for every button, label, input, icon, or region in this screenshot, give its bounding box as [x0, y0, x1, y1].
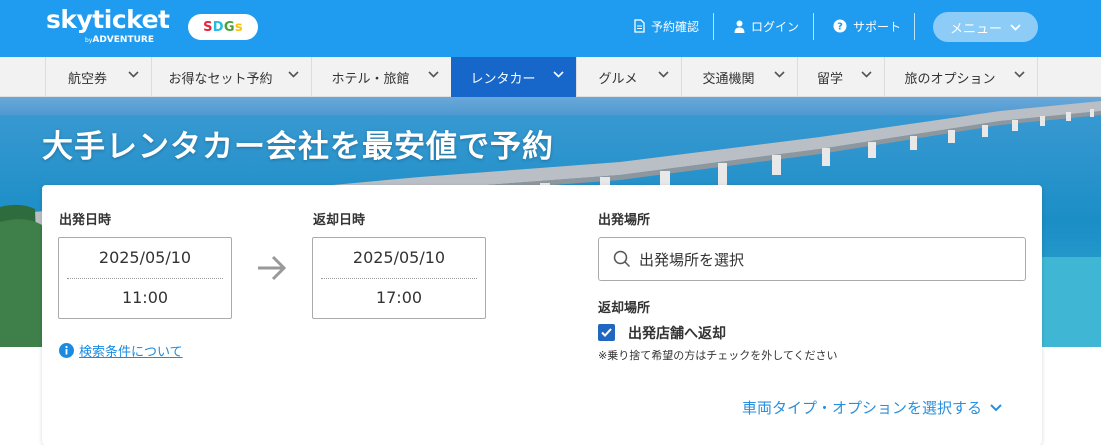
return-location-label: 返却場所: [598, 301, 651, 316]
nav-item-label: 航空券: [67, 71, 107, 87]
chevron-down-icon: [128, 71, 139, 78]
svg-text:?: ?: [837, 22, 843, 33]
support-label: サポート: [853, 19, 902, 34]
reservation-check-label: 予約確認: [651, 19, 700, 34]
return-time: 17:00: [375, 288, 423, 307]
nav-item-label: グルメ: [598, 71, 638, 87]
nav-item-flights[interactable]: 航空券: [45, 57, 151, 97]
nav-item-label: 交通機関: [702, 71, 755, 87]
chevron-down-icon: [553, 71, 564, 78]
chevron-down-icon: [1014, 71, 1025, 78]
vehicle-options-label: 車両タイプ・オプションを選択する: [742, 399, 983, 417]
header-divider: [813, 13, 814, 40]
search-panel: 出発日時 2025/05/10 11:00 返却日時 2025/05/10 17…: [42, 185, 1042, 445]
nav-item-label: ホテル・旅館: [331, 71, 410, 87]
departure-time: 11:00: [121, 288, 169, 307]
chevron-down-icon: [774, 71, 785, 78]
chevron-down-icon: [428, 71, 439, 78]
arrow-right-icon: [258, 255, 287, 281]
logo-company: ADVENTURE: [92, 35, 154, 45]
reservation-check-link[interactable]: 予約確認: [634, 16, 699, 36]
site-header: skyticket byADVENTURE SDGs 予約確認 ログイン ? サ…: [0, 0, 1101, 57]
document-icon: [634, 19, 645, 33]
chevron-down-icon: [990, 403, 1002, 411]
vehicle-options-link[interactable]: 車両タイプ・オプションを選択する: [742, 397, 1002, 418]
check-icon: [601, 328, 612, 337]
header-divider: [713, 13, 714, 40]
help-icon: ?: [833, 19, 847, 33]
sdgs-letter-g: G: [223, 19, 235, 35]
search-icon: [613, 250, 631, 268]
nav-item-study-abroad[interactable]: 留学: [797, 57, 884, 97]
search-conditions-label: 検索条件について: [79, 345, 183, 360]
logo-text: skyticket: [46, 5, 170, 34]
hero-title: 大手レンタカー会社を最安値で予約: [42, 129, 554, 165]
nav-item-gourmet[interactable]: グルメ: [576, 57, 681, 97]
search-conditions-link[interactable]: 検索条件について: [59, 341, 183, 360]
nav-item-label: 留学: [816, 71, 843, 87]
return-datetime-picker[interactable]: 2025/05/10 17:00: [312, 237, 486, 319]
nav-item-transport[interactable]: 交通機関: [681, 57, 797, 97]
divider: [321, 278, 477, 279]
login-label: ログイン: [751, 19, 800, 34]
chevron-down-icon: [288, 71, 299, 78]
departure-date: 2025/05/10: [98, 248, 192, 267]
nav-item-label: レンタカー: [470, 71, 536, 87]
pickup-location-placeholder: 出発場所を選択: [639, 250, 745, 269]
category-nav: 航空券 お得なセット予約 ホテル・旅館 レンタカー グルメ 交通機関 留学 旅の…: [0, 57, 1101, 97]
user-icon: [734, 20, 745, 33]
chevron-down-icon: [658, 71, 669, 78]
menu-button[interactable]: メニュー: [933, 12, 1038, 42]
menu-label: メニュー: [949, 21, 1002, 37]
nav-item-label: お得なセット予約: [168, 71, 273, 87]
departure-datetime-picker[interactable]: 2025/05/10 11:00: [58, 237, 232, 319]
divider: [67, 278, 223, 279]
return-date: 2025/05/10: [352, 248, 446, 267]
nav-item-travel-options[interactable]: 旅のオプション: [884, 57, 1038, 97]
same-store-label[interactable]: 出発店舗へ返却: [628, 323, 726, 343]
sdgs-badge[interactable]: SDGs: [188, 14, 258, 40]
chevron-down-icon: [1010, 23, 1021, 31]
sdgs-letter-d: D: [212, 19, 224, 35]
sdgs-letter-s: S: [203, 19, 213, 35]
nav-item-set-deals[interactable]: お得なセット予約: [151, 57, 311, 97]
info-icon: [59, 343, 74, 358]
pickup-location-input[interactable]: 出発場所を選択: [598, 237, 1026, 281]
departure-label: 出発日時: [59, 213, 112, 228]
support-link[interactable]: ? サポート: [833, 16, 901, 36]
nav-item-hotels[interactable]: ホテル・旅館: [311, 57, 451, 97]
chevron-down-icon: [861, 71, 872, 78]
header-divider: [914, 13, 915, 40]
skyticket-logo[interactable]: skyticket byADVENTURE: [46, 5, 170, 46]
pickup-location-label: 出発場所: [598, 213, 651, 228]
nav-item-rental-car[interactable]: レンタカー: [451, 57, 576, 97]
logo-sub: byADVENTURE: [85, 35, 154, 46]
nav-item-label: 旅のオプション: [904, 71, 996, 87]
drop-off-note: ※乗り捨て希望の方はチェックを外してください: [598, 349, 838, 362]
login-link[interactable]: ログイン: [734, 16, 799, 36]
same-store-checkbox[interactable]: [598, 324, 615, 341]
return-label: 返却日時: [313, 213, 366, 228]
sdgs-letter-s2: s: [234, 19, 243, 35]
